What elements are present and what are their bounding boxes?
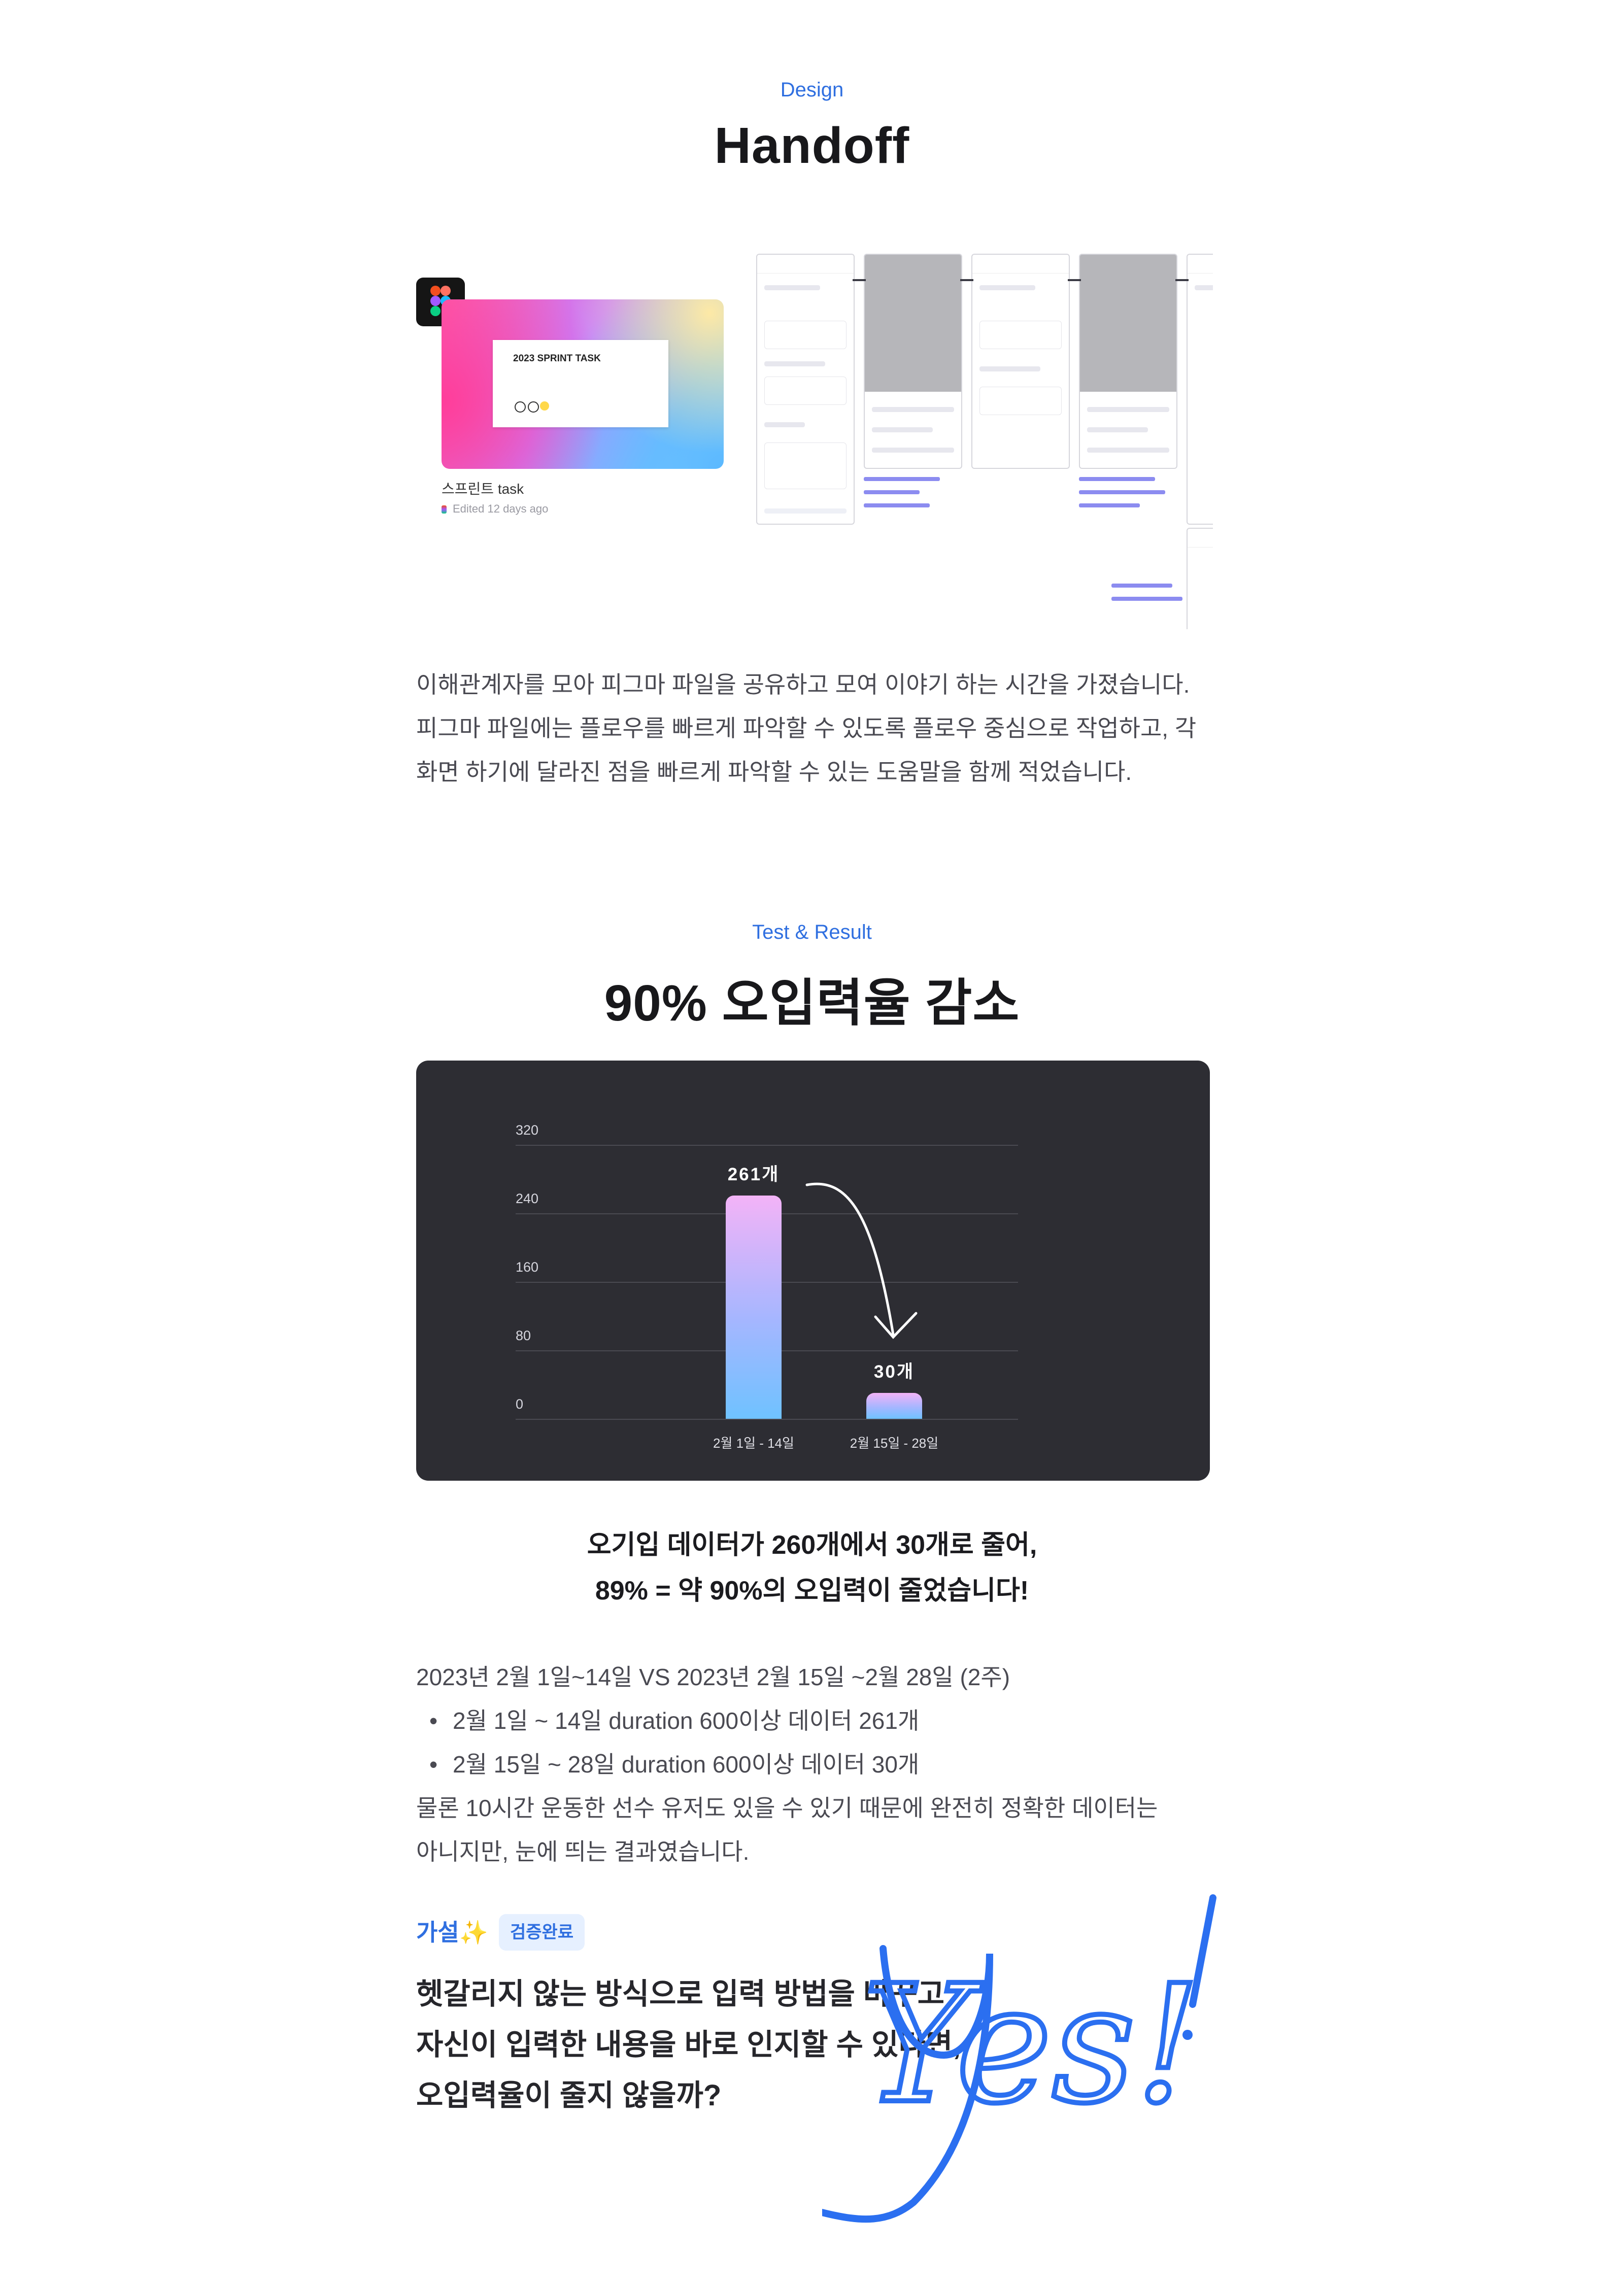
conclusion-line-2: 89% = 약 90%의 오입력이 줄었습니다! [595, 1576, 1029, 1606]
figma-file-edited: Edited 12 days ago [453, 502, 549, 515]
flow-note [1079, 503, 1140, 507]
handoff-line-2: 피그마 파일에는 플로우를 빠르게 파악할 수 있도록 플로우 중심으로 작업하… [416, 715, 1197, 741]
doodle-icon [515, 401, 549, 413]
handoff-line-1: 이해관계자를 모아 피그마 파일을 공유하고 모여 이야기 하는 시간을 가졌습… [416, 671, 1190, 698]
flow-note [1111, 597, 1182, 601]
section-title-result: 90% 오입력율 감소 [604, 975, 1020, 1032]
bullet-item: 2월 1일 ~ 14일 duration 600이상 데이터 261개 [416, 1699, 1228, 1743]
thumbnail-card: 2023 SPRINT TASK [493, 340, 668, 427]
decrease-arrow-icon [805, 1182, 918, 1339]
handoff-line-3: 화면 하기에 달라진 점을 빠르게 파악할 수 있는 도움말을 함께 적었습니다… [416, 759, 1132, 785]
flow-note [1079, 490, 1165, 494]
flow-screen-5 [1187, 254, 1213, 525]
flow-screen-1 [756, 254, 855, 525]
sparkle-icon: ✨ [459, 1919, 488, 1946]
flow-screen-6 [1187, 528, 1213, 629]
flow-note [864, 477, 940, 481]
flow-note [1111, 584, 1172, 588]
section-eyebrow-result: Test & Result [752, 921, 872, 943]
result-conclusion: 오기입 데이터가 260개에서 30개로 줄어, 89% = 약 90%의 오입… [0, 1522, 1624, 1614]
verified-badge: 검증완료 [499, 1914, 585, 1951]
flow-arrow [1175, 279, 1189, 281]
result-note-line-1: 물론 10시간 운동한 선수 유저도 있을 수 있기 때문에 완전히 정확한 데… [416, 1795, 1158, 1821]
flow-arrow [853, 279, 866, 281]
flow-arrow [960, 279, 973, 281]
hypothesis-text: 가설 [416, 1919, 459, 1946]
flow-screen-3 [971, 254, 1070, 469]
thumbnail-title: 2023 SPRINT TASK [513, 353, 601, 364]
flow-note [1079, 477, 1155, 481]
flow-note [864, 490, 920, 494]
flow-screen-2 [864, 254, 962, 469]
figma-file-thumbnail[interactable]: 2023 SPRINT TASK [442, 299, 724, 469]
result-details: 2023년 2월 1일~14일 VS 2023년 2월 15일 ~2월 28일 … [416, 1655, 1228, 1873]
result-period: 2023년 2월 1일~14일 VS 2023년 2월 15일 ~2월 28일 … [416, 1664, 1010, 1690]
figma-flow-preview [756, 254, 1213, 629]
figma-small-icon [442, 505, 447, 514]
bar-chart: 0 80 160 240 320 261개 2월 1일 - 14일 30개 2월 15일 - 2… [416, 1061, 1210, 1481]
flow-arrow [1068, 279, 1081, 281]
figma-file-meta: Edited 12 days ago [442, 502, 548, 516]
hypothesis-label: 가설✨ [416, 1914, 488, 1948]
result-bullets: 2월 1일 ~ 14일 duration 600이상 데이터 261개 2월 1… [416, 1699, 1228, 1786]
section-title-handoff: Handoff [714, 117, 910, 174]
flow-note [864, 503, 930, 507]
conclusion-line-1: 오기입 데이터가 260개에서 30개로 줄어, [587, 1530, 1037, 1560]
flow-screen-4 [1079, 254, 1177, 469]
bullet-item: 2월 15일 ~ 28일 duration 600이상 데이터 30개 [416, 1743, 1228, 1786]
section-eyebrow-design: Design [780, 79, 844, 101]
result-note-line-2: 아니지만, 눈에 띄는 결과였습니다. [416, 1838, 750, 1865]
handwritten-yes-annotation: Yes! [822, 1894, 1216, 2223]
figma-file-name[interactable]: 스프린트 task [442, 478, 524, 498]
handoff-description: 이해관계자를 모아 피그마 파일을 공유하고 모여 이야기 하는 시간을 가졌습… [416, 663, 1228, 794]
